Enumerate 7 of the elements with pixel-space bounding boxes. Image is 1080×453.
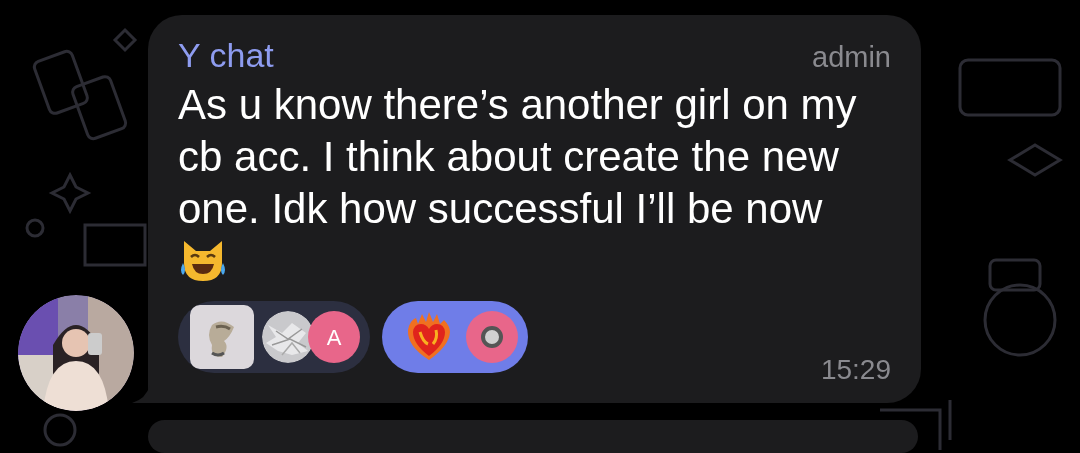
user-avatar: A [308, 311, 360, 363]
heart-on-fire-icon [406, 312, 452, 362]
sender-name[interactable]: Y chat [178, 35, 274, 75]
message-time: 15:29 [820, 353, 891, 387]
admin-label: admin [812, 40, 891, 75]
message-text: As u know there’s another girl on my cb acc. I think about create the new one. Idk how successful I’ll be now [178, 80, 858, 234]
sticker-icon [190, 305, 254, 369]
